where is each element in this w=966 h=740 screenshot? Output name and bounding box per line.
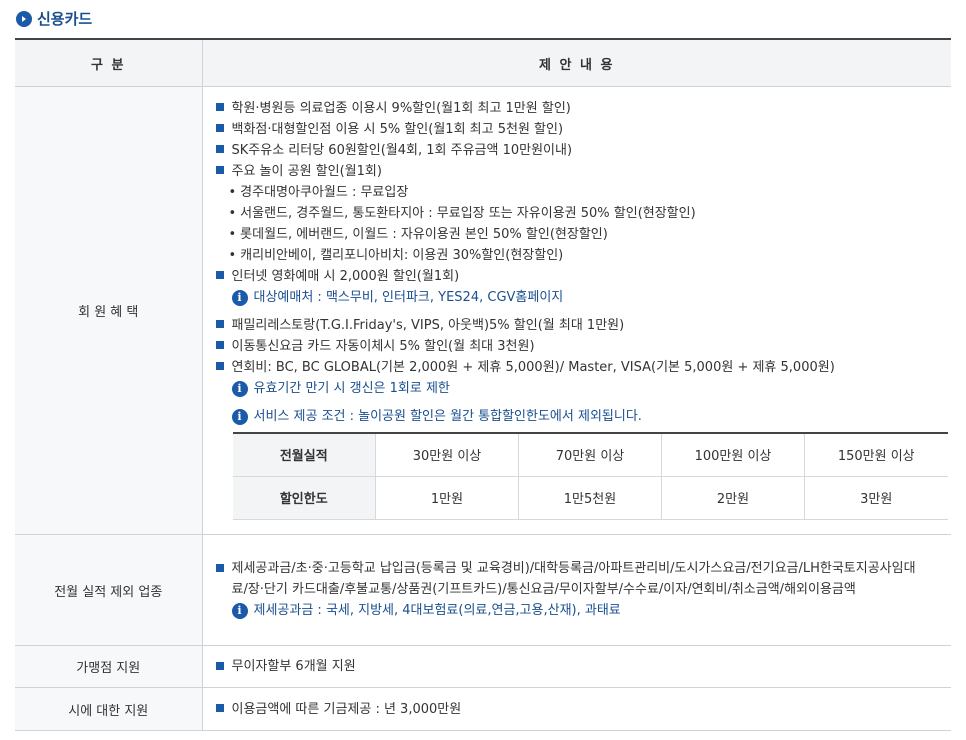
info-note-tax: i 제세공과금 : 국세, 지방세, 4대보험료(의료,연금,고용,산재), 과태…: [216, 600, 932, 622]
park-subitem: • 경주대명아쿠아월드 : 무료입장: [228, 184, 409, 200]
square-bullet-icon: [215, 166, 224, 174]
info-icon: i: [231, 603, 248, 619]
row-label-excluded: 전월 실적 제외 업종: [15, 534, 203, 646]
square-bullet-icon: [215, 103, 224, 111]
section-title-text: 신용카드: [37, 10, 93, 28]
list-item: SK주유소 리터당 60원할인(월4회, 1회 주유금액 10만원이내): [215, 140, 952, 161]
limit-row-performance: 전월실적 30만원 이상 70만원 이상 100만원 이상 150만원 이상: [232, 431, 948, 476]
square-bullet-icon: [215, 271, 224, 279]
limit-row-discount: 할인한도 1만원 1만5천원 2만원 3만원: [232, 475, 948, 520]
excluded-content: 제세공과금/초·중·고등학교 납입금(등록금 및 교육경비)/대학등록금/아파트…: [202, 534, 951, 646]
merchant-content: 무이자할부 6개월 지원: [202, 645, 952, 688]
card-benefits-table: 구 분 제 안 내 용 회 원 혜 택 학원·병원등 의료업종 이용시 9%할인…: [15, 38, 951, 731]
list-item: 제세공과금/초·중·고등학교 납입금(등록금 및 교육경비)/대학등록금/아파트…: [215, 558, 932, 600]
limit-cell: 30만원 이상: [375, 431, 519, 476]
park-subitem: • 서울랜드, 경주월드, 통도환타지아 : 무료입장 또는 자유이용권 50% …: [228, 205, 696, 221]
list-item: 무이자할부 6개월 지원: [215, 656, 952, 677]
arrow-circle-icon: [16, 10, 32, 27]
info-icon: i: [231, 380, 248, 397]
square-bullet-icon: [215, 145, 224, 153]
square-bullet-icon: [215, 320, 224, 328]
park-subitem: • 캐리비안베이, 캘리포니아비치: 이용권 30%할인(현장할인): [228, 247, 564, 263]
row-member-benefits: 회 원 혜 택 학원·병원등 의료업종 이용시 9%할인(월1회 최고 1만원 …: [15, 86, 952, 535]
info-note-validity: i 유효기간 만기 시 갱신은 1회로 제한: [216, 378, 952, 400]
row-excluded: 전월 실적 제외 업종 제세공과금/초·중·고등학교 납입금(등록금 및 교육경…: [15, 534, 951, 646]
list-item: 이동통신요금 카드 자동이체시 5% 할인(월 최대 3천원): [215, 336, 952, 357]
list-item: 학원·병원등 의료업종 이용시 9%할인(월1회 최고 1만원 할인): [215, 98, 952, 119]
park-subitem: • 롯데월드, 에버랜드, 이월드 : 자유이용권 본인 50% 할인(현장할인): [228, 226, 608, 242]
limit-cell: 할인한도: [232, 475, 376, 520]
row-label-city: 시에 대한 지원: [15, 687, 203, 731]
square-bullet-icon: [215, 704, 224, 712]
list-item: 연회비: BC, BC GLOBAL(기본 2,000원 + 제휴 5,000원…: [215, 357, 952, 378]
list-item: 패밀리레스토랑(T.G.I.Friday's, VIPS, 아웃백)5% 할인(…: [215, 315, 952, 336]
header-category: 구 분: [15, 38, 203, 87]
table-header-row: 구 분 제 안 내 용: [15, 38, 951, 87]
limit-cell: 2만원: [661, 475, 805, 520]
city-content: 이용금액에 따른 기금제공 : 년 3,000만원: [202, 687, 952, 731]
info-icon: i: [231, 289, 248, 306]
square-bullet-icon: [215, 661, 224, 670]
list-item: 인터넷 영화예매 시 2,000원 할인(월1회): [215, 266, 952, 287]
limit-cell: 1만원: [375, 475, 519, 520]
row-label-merchant: 가맹점 지원: [15, 645, 203, 688]
square-bullet-icon: [215, 362, 224, 370]
limit-cell: 150만원 이상: [804, 431, 948, 476]
row-city: 시에 대한 지원 이용금액에 따른 기금제공 : 년 3,000만원: [15, 687, 952, 731]
member-benefits-content: 학원·병원등 의료업종 이용시 9%할인(월1회 최고 1만원 할인) 백화점·…: [202, 86, 952, 535]
header-proposal: 제 안 내 용: [202, 38, 951, 87]
section-title: 신용카드: [16, 8, 92, 29]
square-bullet-icon: [215, 563, 224, 572]
discount-limit-table: 전월실적 30만원 이상 70만원 이상 100만원 이상 150만원 이상 할…: [232, 431, 948, 520]
list-item: 이용금액에 따른 기금제공 : 년 3,000만원: [215, 699, 952, 720]
list-item: 주요 놀이 공원 할인(월1회): [215, 161, 952, 182]
row-merchant: 가맹점 지원 무이자할부 6개월 지원: [15, 645, 952, 688]
limit-cell: 1만5천원: [518, 475, 662, 520]
limit-cell: 70만원 이상: [518, 431, 662, 476]
info-note-movie: i 대상예매처 : 맥스무비, 인터파크, YES24, CGV홈페이지: [216, 287, 952, 309]
limit-cell: 전월실적: [232, 431, 376, 476]
limit-cell: 3만원: [804, 475, 948, 520]
info-icon: i: [231, 408, 248, 425]
row-label-member-benefits: 회 원 혜 택: [15, 86, 203, 535]
square-bullet-icon: [215, 124, 224, 132]
square-bullet-icon: [215, 341, 224, 349]
limit-cell: 100만원 이상: [661, 431, 805, 476]
list-item: 백화점·대형할인점 이용 시 5% 할인(월1회 최고 5천원 할인): [215, 119, 952, 140]
info-note-condition: i 서비스 제공 조건 : 놀이공원 할인은 월간 통합할인한도에서 제외됩니다.: [216, 406, 952, 428]
